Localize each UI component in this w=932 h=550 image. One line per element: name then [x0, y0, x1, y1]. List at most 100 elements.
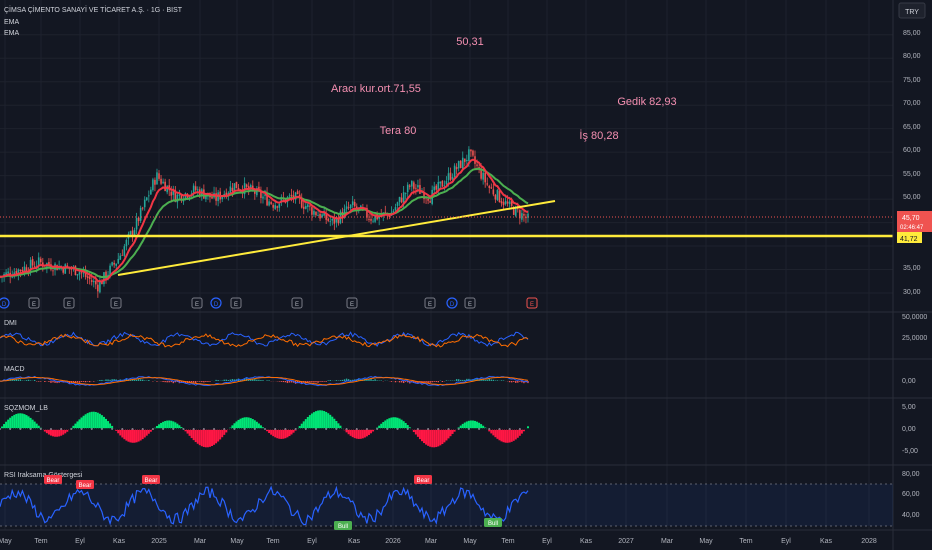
candle-body — [345, 206, 348, 210]
annotation-text[interactable]: Tera 80 — [380, 125, 417, 137]
sqz-dot — [437, 428, 440, 430]
annotation-text[interactable]: 50,31 — [456, 36, 484, 48]
sqz-dot — [90, 428, 93, 430]
macd-bar — [133, 379, 136, 381]
sqz-dot — [290, 428, 293, 430]
candle-body — [347, 207, 350, 209]
sqz-dot — [517, 428, 519, 430]
macd-bar — [488, 378, 490, 381]
sqz-dot — [337, 428, 340, 430]
sqz-dot — [274, 428, 277, 430]
candle-body — [92, 280, 95, 283]
macd-bar — [15, 379, 18, 381]
annotation-text[interactable]: İş 80,28 — [579, 129, 618, 142]
indicator-label-1[interactable]: EMA — [4, 19, 20, 26]
sqz-dot — [343, 428, 346, 430]
candle-body — [129, 231, 132, 235]
macd-bar — [252, 379, 254, 381]
sqz-dot — [441, 428, 444, 430]
sqz-bar — [200, 429, 203, 447]
macd-bar — [341, 379, 344, 381]
macd-bar — [282, 381, 285, 383]
sqz-dot — [400, 428, 403, 430]
sqz-dot — [166, 428, 168, 430]
annotation-text[interactable]: Aracı kur.ort.71,55 — [331, 83, 421, 95]
rsi-divergence-tag-label: Bull — [488, 521, 498, 527]
sqz-dot — [525, 428, 527, 430]
sqz-dot — [321, 428, 323, 430]
sqz-bar — [351, 429, 354, 438]
indicator-label-2[interactable]: EMA — [4, 30, 20, 37]
chart-area[interactable]: ÇİMSA ÇİMENTO SANAYİ VE TİCARET A.Ş. · 1… — [0, 0, 932, 550]
sqz-dot — [349, 428, 352, 430]
sqz-bar — [280, 429, 283, 439]
sqz-dot — [443, 428, 446, 430]
macd-bar — [437, 381, 440, 383]
macd-bar — [462, 379, 464, 381]
macd-bar — [455, 379, 458, 381]
macd-bar — [404, 381, 407, 382]
sqz-bar — [215, 429, 218, 444]
candle-body — [103, 272, 105, 285]
candle-body — [290, 194, 293, 197]
sqz-bar — [52, 429, 55, 437]
sqz-dot — [42, 428, 44, 430]
sqz-dot — [311, 428, 313, 430]
sqz-dot — [425, 428, 427, 430]
sqz-dot — [390, 428, 393, 430]
sqz-dot — [429, 428, 431, 430]
candle-body — [492, 189, 495, 195]
candle-body — [486, 183, 489, 185]
candle-body — [158, 173, 160, 179]
macd-bar — [29, 380, 32, 381]
candle-body — [413, 182, 415, 189]
sqz-bar — [286, 429, 289, 438]
sqz-dot — [123, 428, 126, 430]
time-tick: May — [463, 538, 477, 545]
sqz-bar — [508, 429, 511, 443]
time-tick: 2025 — [151, 538, 167, 545]
sqz-bar — [123, 429, 126, 440]
sqz-dot — [368, 428, 370, 430]
sqz-dot — [148, 428, 150, 430]
macd-bar — [494, 380, 497, 381]
sqz-bar — [80, 417, 83, 429]
sqz-dot — [451, 428, 454, 430]
sqz-dot — [333, 428, 336, 430]
sqz-bar — [60, 429, 63, 436]
candle-body — [417, 185, 419, 188]
current-price-value: 45,70 — [902, 215, 920, 222]
macd-bar — [76, 381, 79, 383]
time-tick: Kas — [348, 538, 361, 545]
sqz-dot — [11, 428, 14, 430]
sqz-dot — [60, 428, 62, 430]
macd-bar — [323, 381, 325, 382]
sqz-bar — [29, 417, 32, 429]
macd-bar — [229, 379, 232, 381]
annotation-text[interactable]: Gedik 82,93 — [617, 96, 676, 108]
sqz-dot — [115, 428, 118, 430]
sqz-dot — [198, 428, 201, 430]
macd-bar — [394, 381, 397, 383]
sqz-bar — [21, 413, 24, 429]
sqz-dot — [176, 428, 179, 430]
time-tick: 2028 — [861, 538, 877, 545]
sqz-dot — [54, 428, 56, 430]
sqz-dot — [88, 428, 91, 430]
rsi-divergence-tag-label: Bull — [338, 524, 348, 530]
macd-bar — [321, 381, 323, 382]
sqz-bar — [327, 413, 330, 429]
sqz-dot — [504, 428, 507, 430]
candle-body — [296, 191, 299, 195]
candle-body — [396, 202, 399, 206]
sqz-dot — [78, 428, 81, 430]
macd-bar — [33, 379, 36, 381]
symbol-title[interactable]: ÇİMSA ÇİMENTO SANAYİ VE TİCARET A.Ş. · 1… — [4, 5, 183, 14]
sqz-bar — [427, 429, 430, 446]
sqz-dot — [23, 428, 26, 430]
candle-body — [82, 272, 85, 274]
countdown-value: 02:46:47 — [900, 225, 924, 231]
sqz-bar — [19, 413, 22, 429]
macd-bar — [464, 379, 466, 381]
macd-bar — [105, 379, 107, 381]
